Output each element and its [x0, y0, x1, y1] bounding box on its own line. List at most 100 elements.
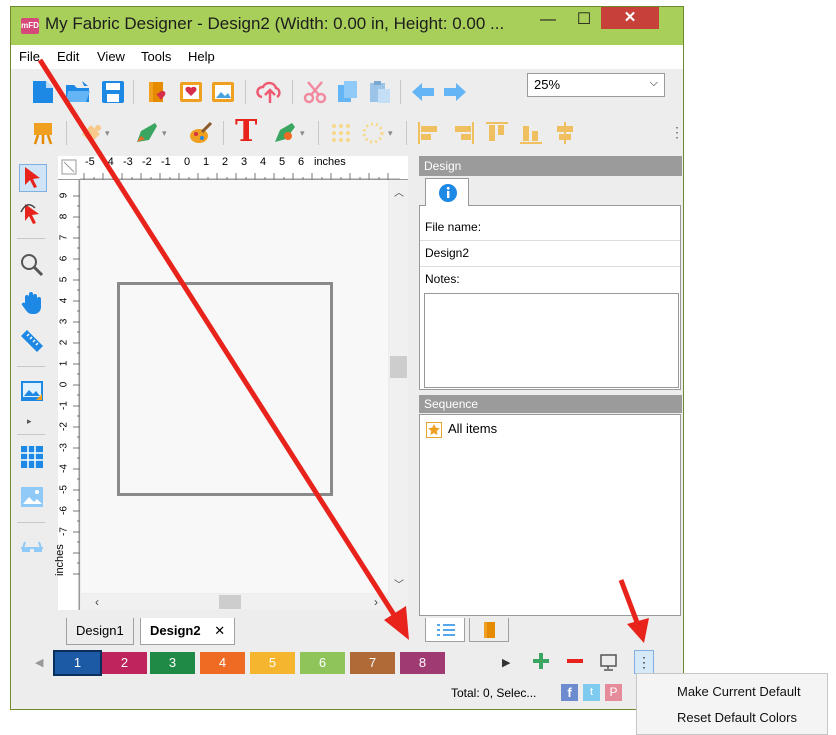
close-button[interactable]: ✕ [601, 7, 659, 29]
fabric-library-icon[interactable] [145, 79, 171, 105]
align-top-icon[interactable] [484, 120, 510, 146]
add-color-icon[interactable] [530, 650, 552, 672]
design-block-outline[interactable] [117, 282, 333, 496]
align-right-icon[interactable] [450, 120, 476, 146]
ruler-tick-label: 0 [184, 156, 191, 168]
menu-view[interactable]: View [97, 49, 125, 64]
scroll-up-icon[interactable]: ︿ [394, 184, 404, 199]
zoom-select[interactable]: 25% ⌵ [527, 73, 665, 97]
pen-color-icon[interactable] [134, 120, 160, 146]
align-center-icon[interactable] [552, 120, 578, 146]
toolbar-separator [292, 80, 293, 104]
info-tab[interactable] [425, 178, 469, 206]
monitor-icon[interactable] [598, 652, 620, 672]
list-view-tab[interactable] [425, 618, 465, 642]
chevron-down-icon[interactable]: ▾ [162, 128, 172, 138]
menu-item-make-current-default[interactable]: Make Current Default [677, 684, 801, 699]
grid-table-icon[interactable] [19, 444, 45, 470]
tab-label: Design2 [150, 623, 201, 638]
insert-image-icon[interactable] [19, 378, 45, 404]
color-swatch-8[interactable]: 8 [400, 652, 445, 674]
chevron-down-icon[interactable]: ▾ [388, 128, 398, 138]
sequence-item[interactable]: All items [426, 421, 626, 439]
pen-edit-icon[interactable] [272, 120, 298, 146]
chevron-down-icon[interactable]: ▾ [300, 128, 310, 138]
cut-icon[interactable] [302, 79, 328, 105]
dot-circle-icon[interactable] [360, 120, 386, 146]
node-edit-arrow-icon[interactable] [19, 200, 45, 226]
color-swatch-3[interactable]: 3 [150, 652, 195, 674]
fabric-tab[interactable] [469, 618, 509, 642]
ruler-tick-label: 2 [58, 339, 70, 346]
facebook-icon[interactable]: f [561, 684, 578, 701]
open-folder-icon[interactable] [64, 79, 92, 105]
chevron-down-icon[interactable]: ▾ [105, 128, 115, 138]
close-tab-icon[interactable]: ✕ [214, 623, 225, 638]
favorite-fabric-icon[interactable] [178, 79, 204, 105]
menu-help[interactable]: Help [188, 49, 215, 64]
ruler-tick-label: 4 [58, 297, 70, 304]
fabric-image-icon[interactable] [210, 79, 236, 105]
title-bar[interactable]: mFD My Fabric Designer - Design2 (Width:… [11, 7, 683, 45]
palette-options-icon[interactable]: ⋮ [634, 650, 654, 674]
color-swatch-2[interactable]: 2 [102, 652, 147, 674]
select-arrow-icon[interactable] [19, 164, 47, 192]
color-swatch-5[interactable]: 5 [250, 652, 295, 674]
expand-triangle-icon[interactable]: ▸ [27, 416, 37, 428]
ruler-tick-label: 9 [58, 192, 70, 199]
menu-edit[interactable]: Edit [57, 49, 79, 64]
notes-textarea[interactable] [424, 293, 679, 388]
zoom-magnifier-icon[interactable] [19, 252, 45, 278]
remove-color-icon[interactable] [564, 650, 586, 672]
menu-file[interactable]: File [19, 49, 40, 64]
vertical-scrollbar[interactable]: ︿ ﹀ [389, 180, 408, 610]
scroll-left-icon[interactable]: ‹ [95, 595, 99, 609]
sequence-item-label: All items [448, 421, 498, 436]
text-tool-icon[interactable]: T [235, 116, 265, 148]
menu-item-reset-default-colors[interactable]: Reset Default Colors [677, 710, 797, 725]
horizontal-scrollbar[interactable]: ‹ › [81, 594, 388, 610]
glasses-view-icon[interactable] [19, 532, 45, 558]
pinterest-icon[interactable]: P [605, 684, 622, 701]
tab-label: Design1 [76, 623, 124, 638]
horizontal-scroll-thumb[interactable] [219, 595, 241, 609]
scroll-down-icon[interactable]: ﹀ [394, 576, 404, 591]
copy-icon[interactable] [335, 79, 361, 105]
image-placeholder-icon[interactable] [19, 484, 45, 510]
minimize-button[interactable]: — [531, 7, 565, 33]
pan-hand-icon[interactable] [19, 290, 45, 316]
color-swatch-4[interactable]: 4 [200, 652, 245, 674]
align-left-icon[interactable] [416, 120, 442, 146]
upload-cloud-icon[interactable] [256, 79, 284, 105]
swatch-next-icon[interactable]: ▶ [502, 656, 510, 669]
swatch-prev-icon[interactable]: ◀ [35, 656, 43, 669]
paste-icon[interactable] [367, 79, 393, 105]
ruler-tick-label: -4 [58, 464, 70, 473]
ruler-corner-icon[interactable] [61, 159, 77, 175]
swatch-label: 6 [318, 655, 327, 670]
maximize-button[interactable]: ☐ [567, 7, 601, 33]
save-icon[interactable] [100, 79, 126, 105]
more-options-icon[interactable]: ⋮ [670, 124, 684, 144]
fill-bucket-icon[interactable] [78, 120, 104, 146]
scroll-right-icon[interactable]: › [374, 595, 378, 609]
color-swatch-7[interactable]: 7 [350, 652, 395, 674]
color-swatch-1[interactable]: 1 [53, 650, 102, 676]
toolbar-separator [66, 121, 67, 145]
vertical-scroll-thumb[interactable] [390, 356, 407, 378]
new-design-icon[interactable] [30, 79, 56, 105]
tab-design1[interactable]: Design1 [66, 618, 134, 645]
easel-icon[interactable] [30, 120, 56, 146]
color-swatch-6[interactable]: 6 [300, 652, 345, 674]
twitter-icon[interactable]: t [583, 684, 600, 701]
menu-tools[interactable]: Tools [141, 49, 171, 64]
notes-label: Notes: [425, 272, 460, 286]
align-bottom-icon[interactable] [518, 120, 544, 146]
tab-design2[interactable]: Design2 ✕ [140, 618, 236, 645]
file-name-value[interactable]: Design2 [425, 246, 469, 260]
undo-arrow-icon[interactable] [410, 79, 436, 105]
dot-grid-icon[interactable] [328, 120, 354, 146]
redo-arrow-icon[interactable] [442, 79, 468, 105]
measure-ruler-icon[interactable] [19, 328, 45, 354]
palette-icon[interactable] [188, 120, 214, 146]
